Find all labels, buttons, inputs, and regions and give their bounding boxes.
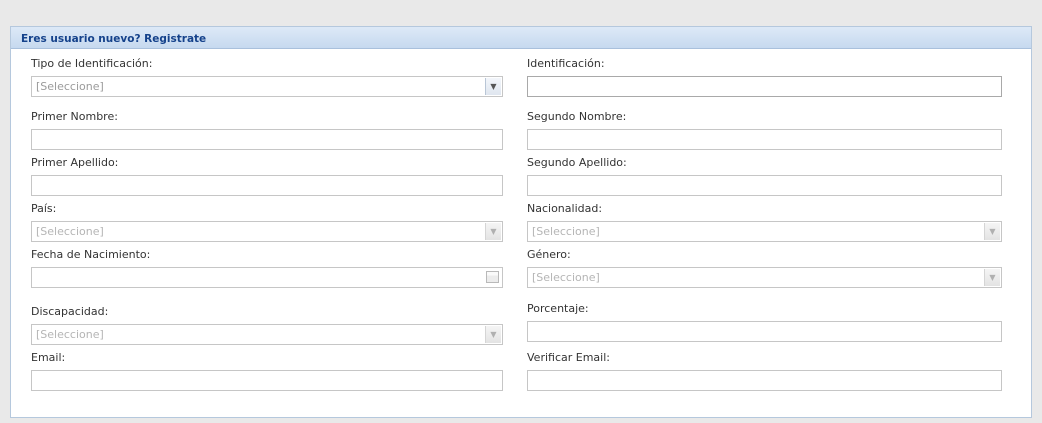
email-label: Email: <box>31 351 66 364</box>
field-tipo-identificacion: Tipo de Identificación: [Seleccione] ▼ <box>31 57 503 97</box>
email-input[interactable] <box>31 370 503 391</box>
pais-value: [Seleccione] <box>36 225 104 238</box>
calendar-icon[interactable] <box>486 271 499 283</box>
tipo-identificacion-label: Tipo de Identificación: <box>31 57 153 70</box>
porcentaje-label: Porcentaje: <box>527 302 589 315</box>
tipo-identificacion-select[interactable]: [Seleccione] ▼ <box>31 76 503 97</box>
field-segundo-apellido: Segundo Apellido: <box>527 156 1002 196</box>
chevron-down-icon[interactable]: ▼ <box>984 269 1000 286</box>
field-email: Email: <box>31 351 503 391</box>
genero-select[interactable]: [Seleccione] ▼ <box>527 267 1002 288</box>
verificar-email-label: Verificar Email: <box>527 351 610 364</box>
field-pais: País: [Seleccione] ▼ <box>31 202 503 242</box>
field-fecha-nacimiento: Fecha de Nacimiento: <box>31 248 503 288</box>
fecha-nacimiento-label: Fecha de Nacimiento: <box>31 248 151 261</box>
genero-value: [Seleccione] <box>532 271 600 284</box>
segundo-apellido-input[interactable] <box>527 175 1002 196</box>
primer-nombre-label: Primer Nombre: <box>31 110 118 123</box>
field-segundo-nombre: Segundo Nombre: <box>527 110 1002 150</box>
nacionalidad-value: [Seleccione] <box>532 225 600 238</box>
field-primer-nombre: Primer Nombre: <box>31 110 503 150</box>
field-verificar-email: Verificar Email: <box>527 351 1002 391</box>
chevron-down-icon[interactable]: ▼ <box>485 78 501 95</box>
fecha-nacimiento-input[interactable] <box>31 267 503 288</box>
primer-apellido-label: Primer Apellido: <box>31 156 119 169</box>
field-porcentaje: Porcentaje: <box>527 302 1002 342</box>
porcentaje-input[interactable] <box>527 321 1002 342</box>
chevron-down-icon[interactable]: ▼ <box>984 223 1000 240</box>
field-identificacion: Identificación: <box>527 57 1002 97</box>
pais-select[interactable]: [Seleccione] ▼ <box>31 221 503 242</box>
discapacidad-select[interactable]: [Seleccione] ▼ <box>31 324 503 345</box>
verificar-email-input[interactable] <box>527 370 1002 391</box>
genero-label: Género: <box>527 248 571 261</box>
discapacidad-value: [Seleccione] <box>36 328 104 341</box>
panel-title: Eres usuario nuevo? Registrate <box>11 27 1031 49</box>
field-genero: Género: [Seleccione] ▼ <box>527 248 1002 288</box>
chevron-down-icon[interactable]: ▼ <box>485 223 501 240</box>
registration-panel: Eres usuario nuevo? Registrate Tipo de I… <box>10 26 1032 418</box>
identificacion-input[interactable] <box>527 76 1002 97</box>
nacionalidad-select[interactable]: [Seleccione] ▼ <box>527 221 1002 242</box>
discapacidad-label: Discapacidad: <box>31 305 109 318</box>
primer-apellido-input[interactable] <box>31 175 503 196</box>
chevron-down-icon[interactable]: ▼ <box>485 326 501 343</box>
nacionalidad-label: Nacionalidad: <box>527 202 603 215</box>
field-primer-apellido: Primer Apellido: <box>31 156 503 196</box>
field-discapacidad: Discapacidad: [Seleccione] ▼ <box>31 305 503 345</box>
primer-nombre-input[interactable] <box>31 129 503 150</box>
tipo-identificacion-value: [Seleccione] <box>36 80 104 93</box>
pais-label: País: <box>31 202 57 215</box>
segundo-apellido-label: Segundo Apellido: <box>527 156 627 169</box>
identificacion-label: Identificación: <box>527 57 605 70</box>
field-nacionalidad: Nacionalidad: [Seleccione] ▼ <box>527 202 1002 242</box>
segundo-nombre-label: Segundo Nombre: <box>527 110 627 123</box>
segundo-nombre-input[interactable] <box>527 129 1002 150</box>
